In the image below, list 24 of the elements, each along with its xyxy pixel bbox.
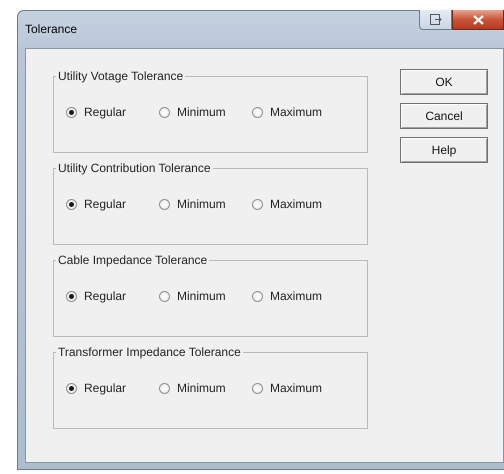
group-title: Utility Votage Tolerance [57,69,184,83]
radio-button[interactable]: Regular [66,105,159,119]
radio-button[interactable]: Maximum [252,289,345,303]
radio-button[interactable]: Regular [66,289,159,303]
group-title: Utility Contribution Tolerance [57,161,212,175]
group-title: Transformer Impedance Tolerance [57,345,242,359]
radio-button[interactable]: Maximum [252,381,345,395]
radio-button[interactable]: Minimum [159,197,252,211]
dialog-button[interactable]: Cancel [400,103,488,129]
close-icon [472,14,484,24]
radio-button[interactable]: Minimum [159,289,252,303]
dialog-button[interactable]: OK [400,69,488,95]
window-title: Tolerance [25,22,78,36]
radio-button[interactable]: Minimum [159,105,252,119]
dialog-button[interactable]: Help [400,137,488,163]
close-button[interactable] [452,10,504,30]
radio-button[interactable]: Maximum [252,105,345,119]
radio-button[interactable]: Maximum [252,197,345,211]
radio-button[interactable]: Regular [66,197,159,211]
radio-button[interactable]: Minimum [159,381,252,395]
radio-button[interactable]: Regular [66,381,159,395]
window-icon [430,14,442,25]
group-title: Cable Impedance Tolerance [57,253,208,267]
restore-button[interactable] [419,10,452,30]
